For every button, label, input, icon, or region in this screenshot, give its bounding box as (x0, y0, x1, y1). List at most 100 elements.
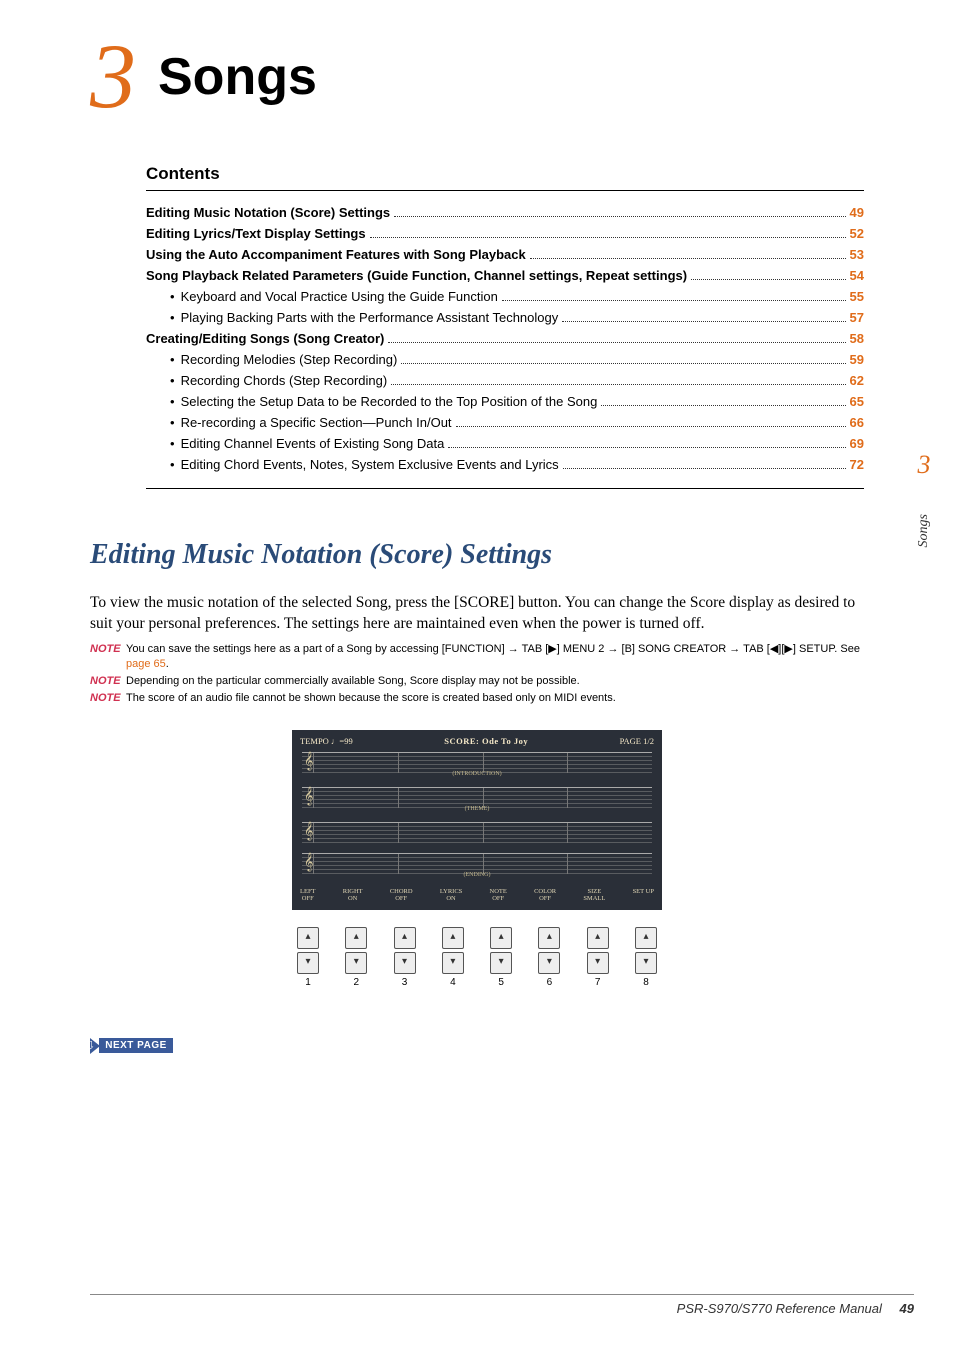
toc-label: Using the Auto Accompaniment Features wi… (146, 247, 526, 262)
score-param-label: RIGHTON (343, 888, 363, 902)
page-link[interactable]: page 65 (126, 658, 166, 670)
chapter-title: Songs (158, 47, 317, 107)
up-button[interactable]: ▴ (345, 927, 367, 949)
toc-page: 62 (850, 373, 864, 388)
score-tempo: TEMPO ♩=99 (300, 736, 353, 746)
score-screen: TEMPO ♩=99 SCORE: Ode To Joy PAGE 1/2 𝄞(… (292, 730, 662, 910)
down-button[interactable]: ▾ (490, 952, 512, 974)
button-row: ▴▾1▴▾2▴▾3▴▾4▴▾5▴▾6▴▾7▴▾8 (292, 924, 662, 988)
down-button[interactable]: ▾ (538, 952, 560, 974)
bullet-icon: • (170, 436, 175, 451)
toc-label: Creating/Editing Songs (Song Creator) (146, 331, 384, 346)
up-button[interactable]: ▴ (587, 927, 609, 949)
button-column: ▴ ▾ 4 (437, 924, 469, 988)
toc-dots (502, 299, 846, 301)
treble-clef-icon: 𝄞 (304, 823, 313, 843)
toc-entry[interactable]: Using the Auto Accompaniment Features wi… (146, 247, 864, 262)
toc-entry[interactable]: • Editing Channel Events of Existing Song… (146, 436, 864, 451)
down-button[interactable]: ▾ (442, 952, 464, 974)
toc-entry[interactable]: • Selecting the Setup Data to be Recorded… (146, 394, 864, 409)
button-number: 6 (533, 977, 565, 988)
treble-clef-icon: 𝄞 (304, 788, 313, 808)
note-row: NOTEDepending on the particular commerci… (90, 674, 864, 688)
toc-label: Re-recording a Specific Section—Punch In… (181, 415, 452, 430)
toc-dots (563, 467, 846, 469)
bullet-icon: • (170, 457, 175, 472)
toc-entry[interactable]: Creating/Editing Songs (Song Creator)58 (146, 331, 864, 346)
chapter-number: 3 (90, 40, 134, 114)
toc-label: Editing Channel Events of Existing Song … (181, 436, 445, 451)
score-param-label: CHORDOFF (390, 888, 413, 902)
toc-page: 59 (850, 352, 864, 367)
toc-page: 69 (850, 436, 864, 451)
button-number: 4 (437, 977, 469, 988)
bullet-icon: • (170, 394, 175, 409)
side-tab-number: 3 (910, 450, 938, 480)
note-label: NOTE (90, 674, 126, 688)
section-title: Editing Music Notation (Score) Settings (90, 539, 864, 571)
toc-entry[interactable]: •Editing Chord Events, Notes, System Exc… (146, 457, 864, 472)
up-button[interactable]: ▴ (490, 927, 512, 949)
toc-dots (601, 404, 845, 406)
toc-page: 52 (850, 226, 864, 241)
score-param-label: SIZESMALL (583, 888, 605, 902)
toc-label: Editing Lyrics/Text Display Settings (146, 226, 366, 241)
toc-entry[interactable]: Editing Lyrics/Text Display Settings 52 (146, 226, 864, 241)
toc-label: Recording Melodies (Step Recording) (181, 352, 398, 367)
bullet-icon: • (170, 373, 175, 388)
note-label: NOTE (90, 691, 126, 705)
toc-dots (401, 362, 845, 364)
side-tab: 3 Songs (910, 450, 938, 547)
score-page: PAGE 1/2 (620, 736, 654, 746)
toc-page: 49 (850, 205, 864, 220)
up-button[interactable]: ▴ (297, 927, 319, 949)
table-of-contents: Editing Music Notation (Score) Settings4… (146, 205, 864, 489)
down-button[interactable]: ▾ (345, 952, 367, 974)
toc-page: 66 (850, 415, 864, 430)
toc-label: Recording Chords (Step Recording) (181, 373, 388, 388)
toc-entry[interactable]: •Keyboard and Vocal Practice Using the G… (146, 289, 864, 304)
note-block: NOTEYou can save the settings here as a … (90, 642, 864, 705)
side-tab-name: Songs (916, 514, 932, 547)
note-label: NOTE (90, 642, 126, 671)
toc-dots (448, 446, 845, 448)
up-button[interactable]: ▴ (635, 927, 657, 949)
toc-page: 65 (850, 394, 864, 409)
toc-label: Playing Backing Parts with the Performan… (181, 310, 559, 325)
toc-dots (530, 257, 846, 259)
up-button[interactable]: ▴ (394, 927, 416, 949)
score-param-label: LEFTOFF (300, 888, 316, 902)
next-page-label: NEXT PAGE (99, 1038, 173, 1053)
toc-page: 55 (850, 289, 864, 304)
button-number: 5 (485, 977, 517, 988)
button-number: 2 (340, 977, 372, 988)
score-param-label: COLOROFF (534, 888, 556, 902)
up-button[interactable]: ▴ (538, 927, 560, 949)
note-row: NOTEThe score of an audio file cannot be… (90, 691, 864, 705)
toc-page: 53 (850, 247, 864, 262)
toc-entry[interactable]: Editing Music Notation (Score) Settings4… (146, 205, 864, 220)
down-button[interactable]: ▾ (297, 952, 319, 974)
down-button[interactable]: ▾ (635, 952, 657, 974)
button-number: 7 (582, 977, 614, 988)
next-page-link[interactable]: ⇩ NEXT PAGE (90, 1038, 173, 1054)
toc-label: Selecting the Setup Data to be Recorded … (181, 394, 598, 409)
toc-entry[interactable]: • Recording Chords (Step Recording) 62 (146, 373, 864, 388)
toc-label: Keyboard and Vocal Practice Using the Gu… (181, 289, 498, 304)
toc-entry[interactable]: •Recording Melodies (Step Recording)59 (146, 352, 864, 367)
toc-entry[interactable]: •Playing Backing Parts with the Performa… (146, 310, 864, 325)
toc-entry[interactable]: Song Playback Related Parameters (Guide … (146, 268, 864, 283)
toc-entry[interactable]: •Re-recording a Specific Section—Punch I… (146, 415, 864, 430)
toc-page: 54 (850, 268, 864, 283)
up-button[interactable]: ▴ (442, 927, 464, 949)
down-button[interactable]: ▾ (394, 952, 416, 974)
score-param-label: NOTEOFF (490, 888, 507, 902)
music-staff: 𝄞(INTRODUCTION) (302, 752, 652, 777)
button-column: ▴ ▾ 5 (485, 924, 517, 988)
down-button[interactable]: ▾ (587, 952, 609, 974)
button-number: 8 (630, 977, 662, 988)
button-number: 1 (292, 977, 324, 988)
music-staff: 𝄞 (302, 822, 652, 843)
button-column: ▴ ▾ 2 (340, 924, 372, 988)
treble-clef-icon: 𝄞 (304, 753, 313, 773)
